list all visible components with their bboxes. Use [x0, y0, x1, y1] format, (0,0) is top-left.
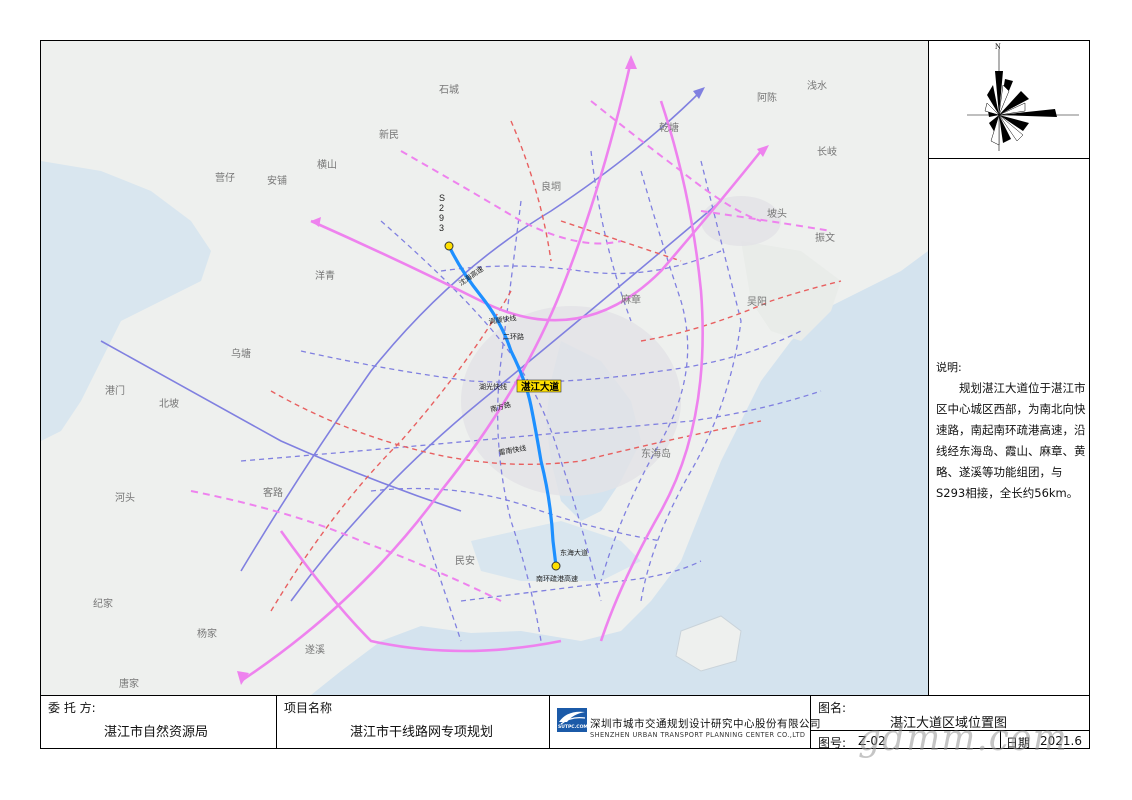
place-name: 民安: [455, 554, 475, 567]
place-name: 乌塘: [231, 347, 251, 360]
logo-text: SUTPC.COM: [558, 725, 588, 730]
north-label: N: [995, 42, 1001, 51]
regional-map: S293 湛江大道 沈海高速 调顺快线 二环路 湖光快线 南方路 雷南快线 东海…: [41, 41, 928, 695]
place-name: 长岐: [817, 145, 837, 158]
route-label: 湛江大道: [521, 381, 560, 393]
road-label-donghai: 东海大道: [560, 548, 588, 557]
titleblock-divider-2: [549, 695, 550, 749]
notes-section: 说明: 规划湛江大道位于湛江市区中心城区西部，为南北向快速路，南起南环疏港高速，…: [936, 357, 1086, 504]
place-name: 洋青: [315, 269, 335, 282]
road-label-ring2: 二环路: [503, 332, 524, 341]
logo-icon: [559, 711, 586, 725]
place-name: 杨家: [197, 627, 217, 640]
place-name: 吴阳: [747, 296, 767, 308]
place-name: 新民: [379, 128, 399, 141]
north-endpoint: [444, 241, 454, 251]
client-label: 委 托 方:: [48, 701, 96, 715]
place-name: 北坡: [159, 397, 179, 410]
company-name-en: SHENZHEN URBAN TRANSPORT PLANNING CENTER…: [590, 731, 806, 739]
urban-area: [461, 306, 681, 496]
drawing-name-label: 图名:: [818, 701, 847, 715]
place-name: 坡头: [767, 207, 787, 220]
titleblock-top-border: [40, 695, 1090, 696]
project-value: 湛江市干线路网专项规划: [350, 725, 494, 740]
place-name: 东海岛: [641, 447, 671, 460]
place-name: 浅水: [807, 79, 827, 92]
place-name: 振文: [815, 231, 835, 244]
client-value: 湛江市自然资源局: [104, 725, 209, 740]
place-name: 营仔: [215, 171, 235, 184]
place-name: 安铺: [267, 174, 287, 187]
place-name: 港门: [105, 384, 125, 397]
map-svg: S293 湛江大道 沈海高速 调顺快线 二环路 湖光快线 南方路 雷南快线 东海…: [41, 41, 928, 695]
company-logo: SUTPC.COM: [557, 708, 588, 732]
drawing-no-label: 图号:: [818, 736, 847, 750]
compass-icon: N: [967, 42, 1079, 151]
notes-body: 规划湛江大道位于湛江市区中心城区西部，为南北向快速路，南起南环疏港高速，沿线经东…: [936, 381, 1086, 500]
place-name: 纪家: [93, 597, 113, 610]
watermark: gdmm.com: [858, 718, 1068, 759]
south-endpoint: [551, 561, 561, 571]
place-name: 河头: [115, 492, 135, 504]
place-name: 乾塘: [659, 121, 679, 134]
place-name: 横山: [317, 158, 337, 171]
place-name: 良垌: [541, 180, 561, 193]
project-label: 项目名称: [284, 701, 333, 715]
north-arrow: N: [929, 41, 1089, 159]
place-name: 唐家: [119, 677, 139, 690]
place-name: 客路: [263, 486, 283, 499]
place-name: 遂溪: [305, 643, 325, 656]
notes-title: 说明:: [936, 361, 962, 374]
road-label-nanhuan: 南环疏港高速: [536, 574, 578, 583]
road-label-huguang: 湖光快线: [479, 382, 507, 391]
place-name: 麻章: [621, 293, 641, 306]
company-name-cn: 深圳市城市交通规划设计研究中心股份有限公司: [590, 718, 821, 730]
place-name: 阿陈: [757, 91, 777, 104]
urban-area-east: [701, 196, 781, 246]
place-name: 石城: [439, 84, 459, 96]
titleblock-divider-1: [276, 695, 277, 749]
